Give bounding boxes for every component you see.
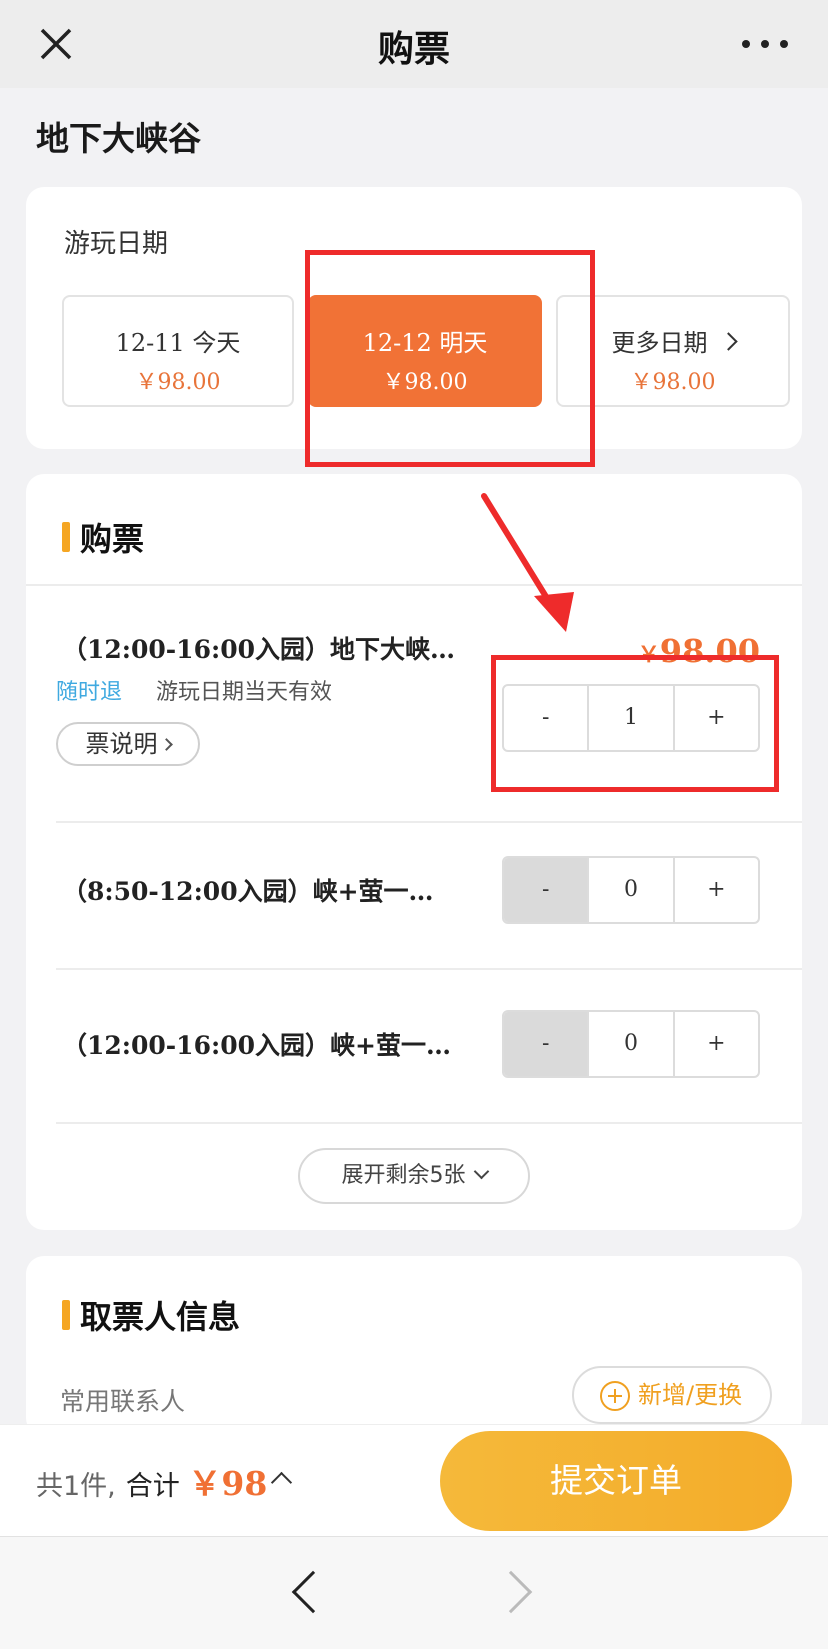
annotation-box-stepper (491, 655, 779, 792)
add-contact-button[interactable]: 新增/更换 (572, 1366, 772, 1424)
ticket-desc-button[interactable]: 票说明 (56, 722, 200, 766)
expand-label: 展开剩余5张 (341, 1163, 466, 1188)
divider (26, 584, 802, 586)
add-contact-label: 新增/更换 (638, 1381, 743, 1409)
bottom-bar: 共1件, 合计 ￥98 提交订单 (0, 1424, 828, 1536)
section-header: 购票 (62, 514, 144, 560)
section-title: 取票人信息 (80, 1298, 241, 1336)
increment-button[interactable]: + (675, 1012, 758, 1076)
accent-bar (62, 522, 70, 552)
date-label: 游玩日期 (64, 229, 169, 259)
total-value: ￥98 (188, 1464, 268, 1503)
ticket-name: （12:00-16:00入园）地下大峡… (62, 635, 455, 664)
divider (56, 821, 802, 823)
quantity-value[interactable]: 0 (589, 858, 675, 922)
divider (56, 1122, 802, 1124)
chevron-right-icon (159, 738, 173, 751)
quantity-value[interactable]: 0 (589, 1012, 675, 1076)
more-icon[interactable] (738, 30, 792, 58)
chevron-right-icon (718, 332, 738, 351)
navbar: 购票 (0, 0, 828, 88)
ticket-desc-label: 票说明 (85, 730, 158, 758)
total-label: 合计 (125, 1471, 180, 1502)
chevron-down-icon (473, 1163, 489, 1180)
expand-more-button[interactable]: 展开剩余5张 (298, 1148, 530, 1204)
date-option-price: ￥98.00 (135, 370, 221, 395)
decrement-button[interactable]: - (504, 858, 590, 922)
contact-card: 取票人信息 常用联系人 新增/更换 (26, 1256, 802, 1436)
date-option-date: 更多日期 (611, 329, 708, 357)
section-header: 取票人信息 (62, 1292, 240, 1338)
browser-nav-bar (0, 1536, 828, 1649)
ticket-name: （8:50-12:00入园）峡+萤一… (62, 877, 434, 906)
divider (56, 968, 802, 970)
increment-button[interactable]: + (675, 858, 758, 922)
date-option-date: 12-11 今天 (115, 329, 241, 357)
back-arrow-icon[interactable] (291, 1570, 335, 1614)
plus-circle-icon (600, 1381, 630, 1411)
tickets-card: 购票 （12:00-16:00入园）地下大峡… ￥98.00 随时退 游玩日期当… (26, 474, 802, 1230)
item-count: 共1件, (36, 1471, 116, 1502)
contact-label: 常用联系人 (60, 1387, 186, 1416)
page-title: 地下大峡谷 (36, 119, 201, 158)
order-summary: 共1件, 合计 ￥98 (36, 1457, 267, 1505)
forward-arrow-icon[interactable] (489, 1570, 533, 1614)
annotation-box-date (305, 250, 595, 467)
validity-text: 游玩日期当天有效 (156, 680, 333, 705)
quantity-stepper: - 0 + (502, 1010, 760, 1078)
decrement-button[interactable]: - (504, 1012, 590, 1076)
date-option-today[interactable]: 12-11 今天 ￥98.00 (62, 295, 294, 407)
submit-order-button[interactable]: 提交订单 (440, 1431, 792, 1531)
section-title: 购票 (80, 520, 145, 558)
accent-bar (62, 1300, 70, 1330)
ticket-name: （12:00-16:00入园）峡+萤一… (62, 1031, 451, 1060)
refund-tag: 随时退 (56, 680, 123, 705)
quantity-stepper: - 0 + (502, 856, 760, 924)
chevron-up-icon[interactable] (270, 1471, 293, 1494)
nav-title: 购票 (377, 29, 450, 70)
